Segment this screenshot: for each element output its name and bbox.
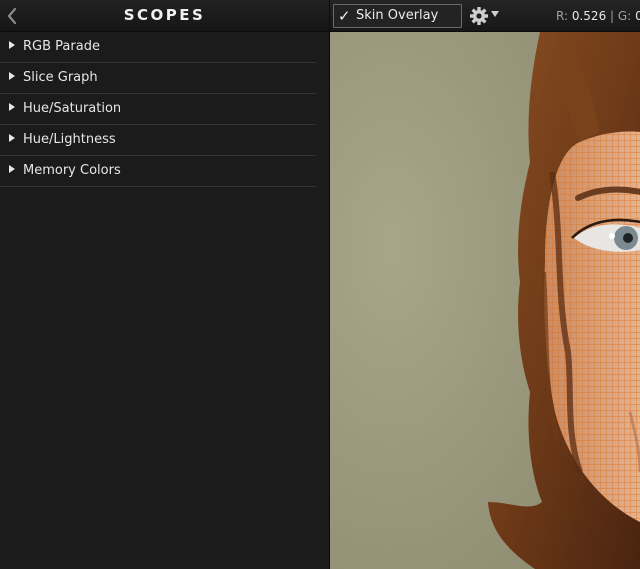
r-label: R: bbox=[556, 9, 569, 23]
g-label: G: bbox=[617, 9, 632, 23]
disclosure-triangle-icon bbox=[9, 41, 15, 49]
skin-overlay-label: Skin Overlay bbox=[356, 8, 439, 23]
disclosure-triangle-icon bbox=[9, 103, 15, 111]
r-value: 0.526 bbox=[571, 9, 607, 23]
scope-item-label: RGB Parade bbox=[23, 39, 100, 54]
scope-list: RGB Parade Slice Graph Hue/Saturation Hu… bbox=[0, 32, 316, 187]
portrait-image bbox=[330, 32, 640, 569]
scope-item-label: Hue/Saturation bbox=[23, 101, 122, 116]
gear-icon[interactable] bbox=[469, 6, 489, 26]
disclosure-triangle-icon bbox=[9, 134, 15, 142]
pixel-readout: R: 0.526 | G: 0 bbox=[556, 0, 640, 31]
image-viewer[interactable] bbox=[330, 32, 640, 569]
scopes-panel: SCOPES RGB Parade Slice Graph Hue/Satura… bbox=[0, 0, 330, 569]
disclosure-triangle-icon bbox=[9, 165, 15, 173]
scope-item-slice-graph[interactable]: Slice Graph bbox=[0, 63, 316, 94]
scope-item-rgb-parade[interactable]: RGB Parade bbox=[0, 32, 316, 63]
readout-separator: | bbox=[610, 9, 615, 23]
panel-title: SCOPES bbox=[123, 6, 206, 24]
settings-dropdown-caret-icon[interactable] bbox=[491, 11, 499, 17]
checkmark-icon: ✓ bbox=[338, 7, 351, 25]
scope-item-label: Slice Graph bbox=[23, 70, 98, 85]
skin-overlay-toggle[interactable]: ✓ Skin Overlay bbox=[333, 4, 462, 28]
viewer-toolbar: ✓ Skin Overlay R: 0.526 | G: 0 bbox=[330, 0, 640, 32]
scopes-panel-header: SCOPES bbox=[0, 0, 329, 32]
scope-item-label: Memory Colors bbox=[23, 163, 121, 178]
g-value: 0 bbox=[635, 9, 640, 23]
scope-item-label: Hue/Lightness bbox=[23, 132, 116, 147]
disclosure-triangle-icon bbox=[9, 72, 15, 80]
scope-item-hue-lightness[interactable]: Hue/Lightness bbox=[0, 125, 316, 156]
scope-item-hue-saturation[interactable]: Hue/Saturation bbox=[0, 94, 316, 125]
scope-item-memory-colors[interactable]: Memory Colors bbox=[0, 156, 316, 187]
